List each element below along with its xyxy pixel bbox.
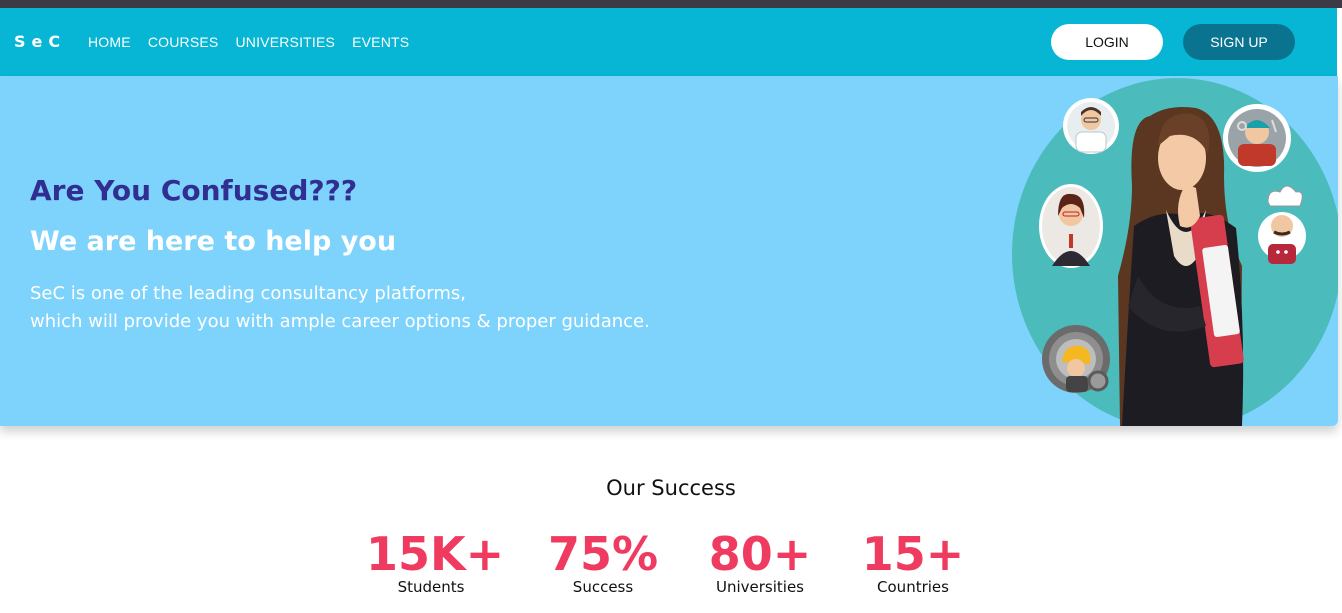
stat-universities: 80+ Universities [700, 528, 820, 596]
hero-subheading: We are here to help you [30, 226, 397, 257]
login-button[interactable]: LOGIN [1051, 24, 1163, 60]
signup-button[interactable]: SIGN UP [1183, 24, 1295, 60]
hero-description-line-2: which will provide you with ample career… [30, 311, 650, 332]
hero-description-line-1: SeC is one of the leading consultancy pl… [30, 283, 466, 304]
success-title: Our Success [606, 476, 736, 500]
stat-students: 15K+ Students [366, 527, 505, 596]
hero-heading: Are You Confused??? [30, 174, 358, 207]
stat-success: 75% Success [543, 528, 663, 596]
hero-description: SeC is one of the leading consultancy pl… [30, 280, 650, 336]
brand-logo[interactable]: SeC [14, 32, 66, 51]
stat-value: 75% [547, 527, 659, 581]
stat-value: 80+ [708, 527, 812, 581]
engineer-gear-icon [1042, 325, 1110, 393]
stat-value: 15+ [861, 527, 965, 581]
window-top-strip [0, 0, 1342, 8]
doctor-avatar-icon [1063, 98, 1119, 154]
stat-label: Universities [715, 578, 804, 596]
hero-section: Are You Confused??? We are here to help … [0, 76, 1338, 426]
career-illustration [1012, 78, 1338, 426]
nav-link-events[interactable]: EVENTS [352, 34, 409, 50]
stat-value: 15K+ [366, 527, 505, 581]
nav-link-home[interactable]: HOME [88, 34, 131, 50]
stat-countries: 15+ Countries [853, 528, 973, 596]
businesswoman-avatar-icon [1039, 184, 1103, 268]
navbar: SeC HOME COURSES UNIVERSITIES EVENTS LOG… [0, 8, 1337, 76]
mechanic-avatar-icon [1223, 104, 1291, 172]
nav-links: HOME COURSES UNIVERSITIES EVENTS [88, 34, 426, 50]
nav-link-universities[interactable]: UNIVERSITIES [235, 34, 335, 50]
nav-link-courses[interactable]: COURSES [148, 34, 219, 50]
